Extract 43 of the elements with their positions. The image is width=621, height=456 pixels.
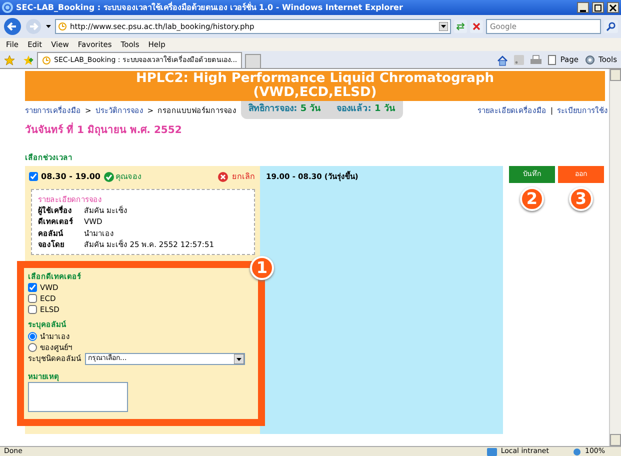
detector-checkbox[interactable] [28, 283, 37, 292]
page-header: HPLC2: High Performance Liquid Chromatograph (VWD,ECD,ELSD) [25, 71, 605, 101]
print-icon[interactable] [530, 54, 542, 66]
check-icon [104, 172, 114, 182]
refresh-icon[interactable] [454, 20, 467, 33]
detector-checkbox[interactable] [28, 294, 37, 304]
new-tab-button[interactable] [245, 54, 262, 68]
browser-icon [2, 2, 13, 13]
detector-checkbox[interactable] [28, 305, 37, 314]
minimize-button[interactable] [577, 2, 589, 13]
callout-number: 3 [569, 186, 593, 211]
star-icon[interactable] [4, 54, 15, 66]
home-icon[interactable] [497, 54, 508, 66]
close-icon [609, 4, 617, 12]
minimize-icon [580, 10, 586, 12]
maximize-icon [594, 4, 602, 12]
search-icon[interactable] [604, 20, 618, 33]
date-heading: วันจันทร์ ที่ 1 มิถุนายน พ.ศ. 2552 [25, 122, 183, 138]
page-icon [42, 56, 51, 65]
column-radio[interactable] [28, 332, 37, 340]
quota-text: จองแล้ว: 1 วัน [336, 103, 395, 116]
callout-number: 2 [520, 186, 544, 211]
quota-text: สิทธิการจอง: 5 วัน [248, 103, 321, 116]
back-icon[interactable] [3, 17, 22, 36]
vertical-scrollbar[interactable] [609, 69, 621, 446]
dropdown-icon [234, 354, 244, 364]
window-title: SEC-LAB_Booking : ระบบจองเวลาใช้เครื่องมือด้วยตนเอง เวอร์ชั่น 1.0 - Windows Internet Explorer [16, 2, 404, 14]
page-icon [58, 22, 67, 31]
maximize-button[interactable] [592, 2, 604, 13]
page-icon [548, 55, 556, 65]
caret-icon[interactable] [45, 23, 52, 30]
add-favorite-icon[interactable] [23, 54, 34, 66]
slot-checkbox[interactable] [29, 172, 38, 182]
close-button[interactable] [607, 2, 619, 13]
booking-status: คุณจอง [116, 170, 142, 183]
time-slot-label: 08.30 - 19.00 [41, 170, 100, 183]
zoom-icon [572, 448, 581, 456]
note-field[interactable] [28, 382, 128, 412]
cancel-link[interactable]: ยกเลิก [218, 170, 255, 183]
stop-icon[interactable] [470, 20, 483, 33]
column-radio[interactable] [28, 342, 37, 352]
dropdown-icon[interactable] [439, 22, 448, 31]
cancel-icon [218, 172, 228, 182]
